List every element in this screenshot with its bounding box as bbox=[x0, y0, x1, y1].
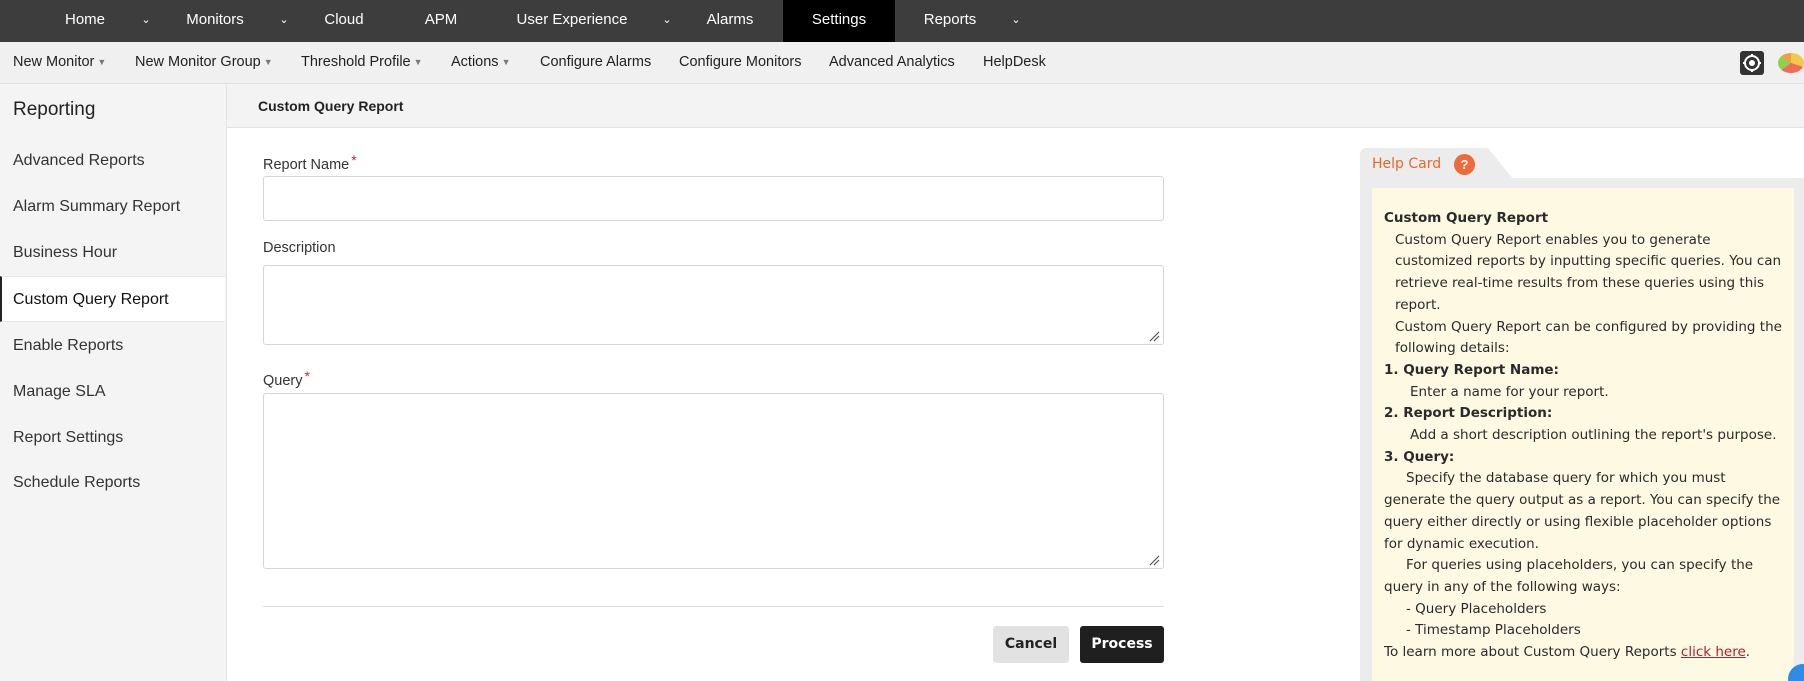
help-list-item: - Timestamp Placeholders bbox=[1406, 622, 1581, 639]
report-name-input[interactable] bbox=[263, 176, 1164, 221]
subnav-helpdesk[interactable]: HelpDesk bbox=[983, 42, 1046, 84]
help-footer-text: To learn more about Custom Query Reports bbox=[1384, 644, 1681, 661]
subnav-threshold-profile[interactable]: Threshold Profile ▼ bbox=[301, 42, 423, 84]
help-tab-slope bbox=[1488, 148, 1514, 180]
page-header: Custom Query Report bbox=[227, 85, 1804, 128]
help-footer-end: . bbox=[1745, 644, 1751, 661]
caret-down-icon: ▼ bbox=[97, 57, 107, 67]
sidebar-item-manage-sla[interactable]: Manage SLA bbox=[0, 369, 225, 415]
pie-chart-icon[interactable] bbox=[1778, 53, 1804, 73]
help-step-text: For queries using placeholders, you can … bbox=[1384, 557, 1754, 595]
sidebar-item-custom-query-report[interactable]: Custom Query Report bbox=[0, 276, 225, 322]
sidebar-item-alarm-summary-report[interactable]: Alarm Summary Report bbox=[0, 184, 225, 230]
help-card-title: Help Card bbox=[1372, 156, 1442, 172]
help-footer: To learn more about Custom Query Reports… bbox=[1384, 642, 1782, 664]
caret-down-icon: ▼ bbox=[413, 57, 423, 67]
question-mark-icon[interactable]: ? bbox=[1454, 154, 1475, 175]
query-textarea[interactable] bbox=[263, 393, 1164, 569]
nav-tab-apm[interactable]: APM bbox=[405, 0, 477, 42]
help-step-text: Enter a name for your report. bbox=[1410, 383, 1609, 400]
chevron-down-icon[interactable]: ⌄ bbox=[274, 0, 294, 42]
required-marker: * bbox=[351, 152, 357, 168]
nav-tab-home[interactable]: Home bbox=[50, 0, 120, 42]
subnav-label: Threshold Profile bbox=[301, 54, 411, 70]
sidebar: Reporting Advanced Reports Alarm Summary… bbox=[0, 85, 225, 681]
help-heading: Custom Query Report bbox=[1384, 210, 1549, 226]
query-label: Query * bbox=[263, 368, 310, 389]
nav-tab-cloud[interactable]: Cloud bbox=[308, 0, 380, 42]
caret-down-icon: ▼ bbox=[501, 57, 511, 67]
help-paragraph: Custom Query Report can be configured by… bbox=[1395, 318, 1782, 357]
chevron-down-icon[interactable]: ⌄ bbox=[136, 0, 156, 42]
help-card-body: Custom Query Report Custom Query Report … bbox=[1372, 188, 1794, 681]
help-step-text: Specify the database query for which you… bbox=[1384, 470, 1781, 552]
caret-down-icon: ▼ bbox=[263, 57, 273, 67]
help-card-tab[interactable]: Help Card ? bbox=[1360, 148, 1488, 180]
top-navigation-bar: Home ⌄ Monitors ⌄ Cloud APM User Experie… bbox=[0, 0, 1804, 42]
sub-navigation-bar: New Monitor ▼ New Monitor Group ▼ Threshol… bbox=[0, 42, 1804, 84]
subnav-configure-monitors[interactable]: Configure Monitors bbox=[679, 42, 802, 84]
required-marker: * bbox=[304, 368, 310, 384]
form-divider bbox=[263, 606, 1164, 607]
query-label-text: Query bbox=[263, 373, 303, 389]
help-step-title: 3. Query: bbox=[1384, 448, 1455, 465]
report-name-label-text: Report Name bbox=[263, 157, 350, 173]
description-textarea[interactable] bbox=[263, 265, 1164, 345]
help-click-here-link[interactable]: click here bbox=[1681, 644, 1746, 660]
sidebar-title: Reporting bbox=[13, 99, 96, 120]
nav-tab-user-experience[interactable]: User Experience bbox=[506, 0, 638, 42]
cancel-button[interactable]: Cancel bbox=[993, 626, 1069, 663]
subnav-new-monitor[interactable]: New Monitor ▼ bbox=[13, 42, 106, 84]
help-step-title: 1. Query Report Name: bbox=[1384, 361, 1559, 378]
subnav-new-monitor-group[interactable]: New Monitor Group ▼ bbox=[135, 42, 273, 84]
subnav-advanced-analytics[interactable]: Advanced Analytics bbox=[829, 42, 955, 84]
sidebar-item-report-settings[interactable]: Report Settings bbox=[0, 415, 225, 461]
sidebar-item-schedule-reports[interactable]: Schedule Reports bbox=[0, 460, 225, 506]
subnav-label: Actions bbox=[451, 54, 499, 70]
sidebar-item-advanced-reports[interactable]: Advanced Reports bbox=[0, 138, 225, 184]
chevron-down-icon[interactable]: ⌄ bbox=[1006, 0, 1026, 42]
subnav-actions[interactable]: Actions ▼ bbox=[451, 42, 510, 84]
nav-tab-monitors[interactable]: Monitors bbox=[170, 0, 260, 42]
nav-tab-settings[interactable]: Settings bbox=[783, 0, 895, 42]
process-button[interactable]: Process bbox=[1080, 626, 1164, 663]
settings-gear-icon[interactable] bbox=[1740, 51, 1764, 75]
resize-handle-icon[interactable] bbox=[1149, 555, 1160, 566]
help-paragraph: Custom Query Report enables you to gener… bbox=[1395, 231, 1782, 313]
nav-tab-alarms[interactable]: Alarms bbox=[690, 0, 770, 42]
subnav-label: New Monitor Group bbox=[135, 54, 261, 70]
sidebar-item-enable-reports[interactable]: Enable Reports bbox=[0, 323, 225, 369]
help-step-text: Add a short description outlining the re… bbox=[1410, 427, 1777, 444]
help-list-item: - Query Placeholders bbox=[1406, 600, 1547, 617]
subnav-configure-alarms[interactable]: Configure Alarms bbox=[540, 42, 651, 84]
chevron-down-icon[interactable]: ⌄ bbox=[657, 0, 677, 42]
resize-handle-icon[interactable] bbox=[1149, 331, 1160, 342]
report-name-label: Report Name * bbox=[263, 152, 357, 173]
description-label: Description bbox=[263, 240, 336, 256]
help-step-title: 2. Report Description: bbox=[1384, 405, 1553, 422]
subnav-label: New Monitor bbox=[13, 54, 95, 70]
nav-tab-reports[interactable]: Reports bbox=[910, 0, 990, 42]
page-title: Custom Query Report bbox=[258, 98, 404, 114]
sidebar-item-business-hour[interactable]: Business Hour bbox=[0, 230, 225, 276]
